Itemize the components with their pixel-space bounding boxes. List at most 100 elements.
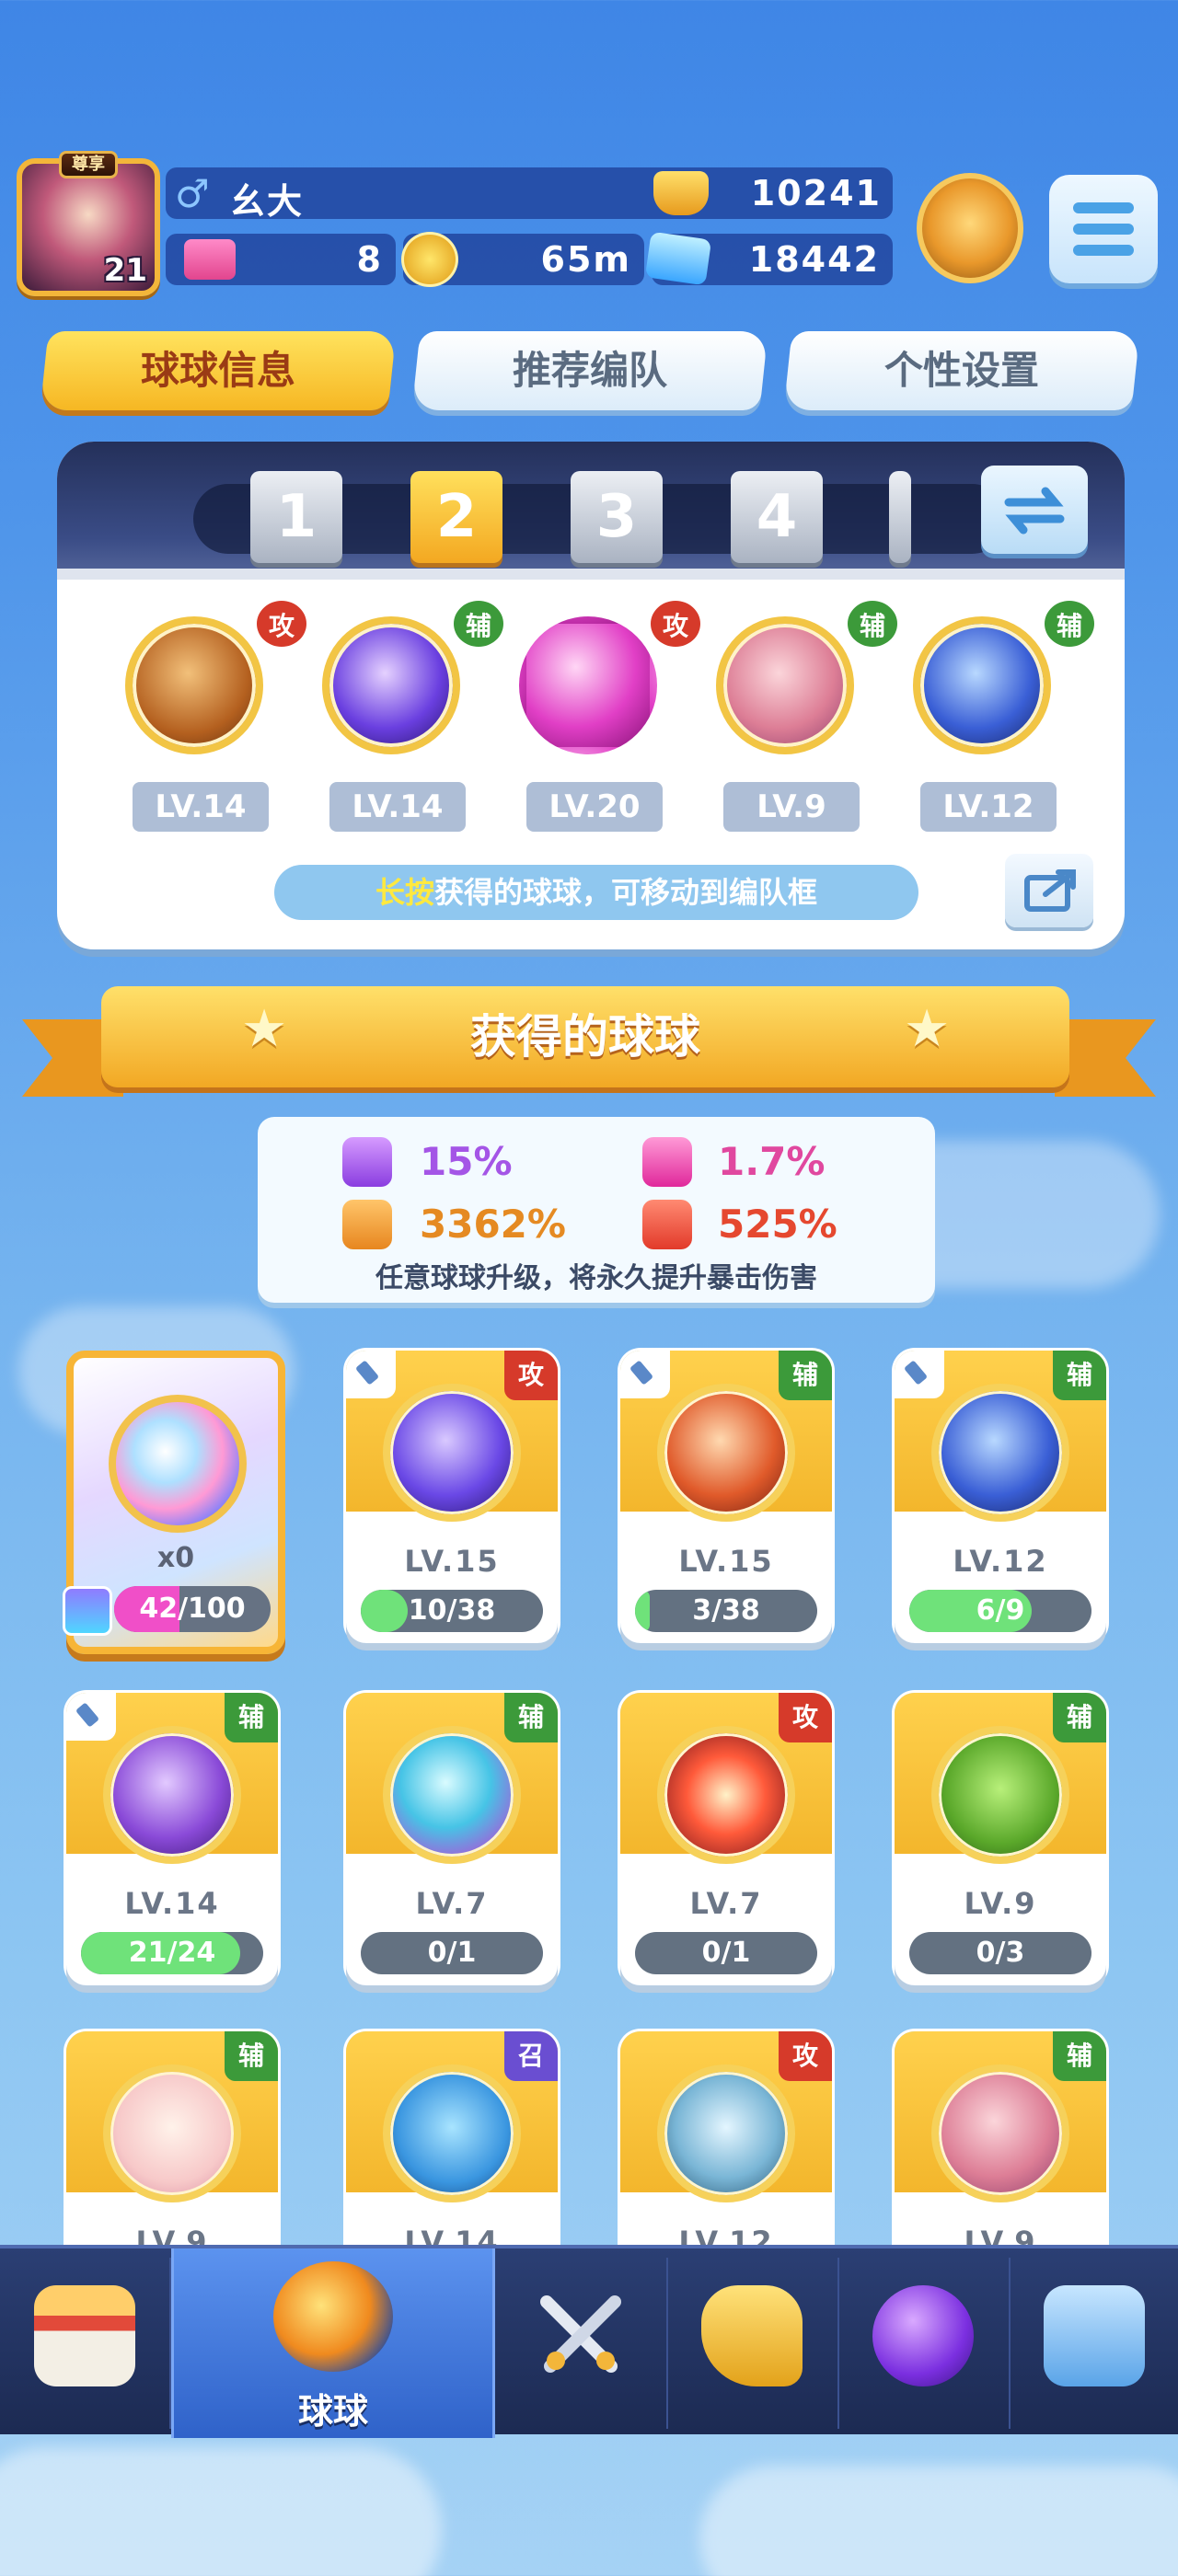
upgrade-progress-bar: 6/9: [909, 1590, 1091, 1632]
tab-label: 个性设置: [884, 348, 1039, 393]
moon-ball-icon: [383, 1384, 521, 1522]
tab-recommended-team[interactable]: 推荐编队: [411, 331, 768, 410]
progress-text: 42/100: [139, 1593, 246, 1625]
balls-icon: [273, 2261, 393, 2372]
team-ball-level: LV.14: [329, 782, 466, 832]
orange-sword-icon: [342, 1200, 392, 1249]
progress-text: 6/9: [976, 1594, 1025, 1627]
nav-planet[interactable]: [839, 2248, 1007, 2438]
ball-card[interactable]: 辅 LV.12 6/9: [895, 1351, 1106, 1643]
ball-card[interactable]: 辅 LV.14 21/24: [66, 1693, 278, 1985]
heart-ball-icon[interactable]: [716, 616, 854, 754]
team-slot-2[interactable]: 2: [410, 471, 502, 563]
whistle-icon: [701, 2285, 803, 2386]
team-ball-level: LV.12: [920, 782, 1057, 832]
support-role-badge: 辅: [1042, 598, 1097, 650]
crossed-swords-icon: [540, 2295, 621, 2373]
role-badge: 辅: [225, 2031, 278, 2081]
support-role-badge: 辅: [845, 598, 900, 650]
role-badge: 辅: [504, 1693, 558, 1742]
hexagon-ball-icon[interactable]: [913, 616, 1051, 754]
ball-level: LV.12: [953, 1544, 1048, 1579]
ball-card[interactable]: 辅 LV.15 3/38: [620, 1351, 832, 1643]
tab-ball-info[interactable]: 球球信息: [40, 331, 397, 410]
coin-count: 65m: [540, 239, 631, 280]
team-ball-level: LV.20: [526, 782, 663, 832]
team-slot-1[interactable]: 1: [250, 471, 342, 563]
chat-heart-icon: [1044, 2285, 1145, 2386]
menu-button[interactable]: [1049, 175, 1158, 283]
cloud-decoration: [0, 2447, 442, 2576]
crit-stats-card: 15% 1.7% 3362% 525% 任意球球升级，将永久提升暴击伤害: [258, 1117, 935, 1303]
role-badge: 辅: [779, 1351, 832, 1400]
universal-ball-card[interactable]: x0 42/100: [63, 1351, 285, 1654]
leaf-ball-icon: [103, 1726, 241, 1864]
progress-text: 21/24: [128, 1937, 216, 1969]
role-badge: 辅: [1053, 1351, 1106, 1400]
upgrade-progress-bar: 3/38: [635, 1590, 817, 1632]
male-icon: ♂: [175, 171, 212, 216]
swap-button[interactable]: [981, 466, 1088, 554]
nav-label: 球球: [297, 2391, 368, 2432]
goblin-ball-icon: [931, 1726, 1069, 1864]
cute-face-ball-icon: [103, 2064, 241, 2202]
stat-value: 3362%: [420, 1202, 566, 1247]
trophy-icon: [653, 171, 709, 215]
universal-ball-icon: [109, 1395, 247, 1533]
nav-coach[interactable]: [668, 2248, 836, 2438]
coin-icon: [401, 232, 458, 287]
pin-icon[interactable]: [620, 1351, 670, 1398]
player-name-bar: ♂ 幺大 10241: [166, 167, 893, 222]
role-badge: 攻: [504, 1351, 558, 1400]
role-badge: 辅: [1053, 2031, 1106, 2081]
coin-bar[interactable]: 65m: [401, 232, 644, 287]
pin-icon[interactable]: [66, 1693, 116, 1741]
wings-ball-icon: [657, 1384, 795, 1522]
ball-level: LV.15: [404, 1544, 500, 1579]
ticket-bar[interactable]: 8: [166, 234, 396, 285]
stat-value: 525%: [718, 1202, 837, 1247]
planet-icon: [872, 2285, 974, 2386]
team-panel: 1 2 3 4 攻 LV.14 辅 LV.14 攻 LV.20 辅 LV.9 辅…: [57, 442, 1125, 949]
player-level: 21: [103, 252, 147, 289]
pin-icon[interactable]: [895, 1351, 944, 1398]
share-button[interactable]: [1005, 854, 1093, 927]
cloud-decoration: [699, 2466, 1178, 2576]
ball-card[interactable]: 辅 LV.7 0/1: [346, 1693, 558, 1985]
player-name: 幺大: [230, 181, 305, 222]
ball-card[interactable]: 攻 LV.15 10/38: [346, 1351, 558, 1643]
nav-battle[interactable]: [497, 2248, 664, 2438]
red-burst-icon: [642, 1200, 692, 1249]
ball-level: LV.7: [689, 1886, 763, 1921]
nav-shop[interactable]: [0, 2248, 169, 2438]
shield-ball-icon[interactable]: [519, 616, 657, 754]
progress-text: 0/1: [701, 1937, 751, 1969]
crit-note: 任意球球升级，将永久提升暴击伤害: [375, 1262, 817, 1294]
bottom-nav: 球球: [0, 2245, 1178, 2438]
team-slot-5-partial[interactable]: [889, 471, 911, 563]
tab-personal-settings[interactable]: 个性设置: [783, 331, 1140, 410]
team-slot-3[interactable]: 3: [571, 471, 663, 563]
pin-icon[interactable]: [346, 1351, 396, 1398]
ticket-count: 8: [356, 239, 383, 280]
star-icon: ★: [241, 999, 288, 1059]
fragment-progress-bar: 42/100: [114, 1586, 271, 1632]
upgrade-progress-bar: 0/1: [635, 1932, 817, 1974]
team-ball-level: LV.9: [723, 782, 860, 832]
player-avatar[interactable]: 尊享 21: [17, 151, 160, 296]
team-slot-4[interactable]: 4: [731, 471, 823, 563]
infinity-ball-icon[interactable]: [125, 616, 263, 754]
blue-creature-ball-icon: [383, 2064, 521, 2202]
ball-card[interactable]: 辅 LV.9 0/3: [895, 1693, 1106, 1985]
lightning-ball-icon[interactable]: [322, 616, 460, 754]
tab-label: 推荐编队: [512, 348, 667, 393]
ball-card[interactable]: 攻 LV.7 0/1: [620, 1693, 832, 1985]
nav-social[interactable]: [1011, 2248, 1178, 2438]
progress-text: 0/1: [427, 1937, 477, 1969]
gem-count: 18442: [748, 239, 880, 280]
gem-bar[interactable]: 18442: [644, 231, 893, 286]
rank-badge-icon[interactable]: [917, 173, 1023, 283]
hint-pill: 长按获得的球球，可移动到编队框: [274, 865, 918, 920]
nav-balls[interactable]: 球球: [171, 2248, 495, 2438]
ball-count: x0: [156, 1542, 195, 1574]
